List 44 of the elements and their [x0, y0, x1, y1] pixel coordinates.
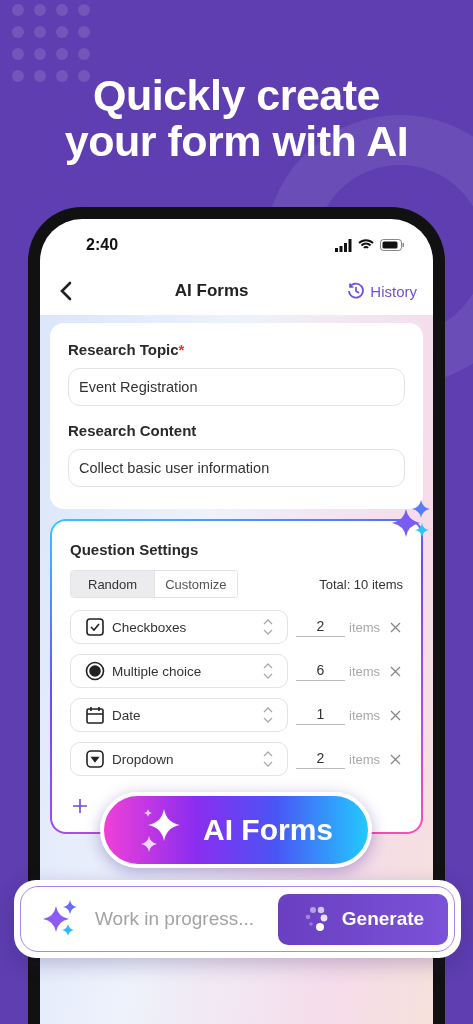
- updown-icon: [263, 751, 273, 767]
- history-icon: [347, 282, 366, 300]
- headline: Quickly create: [93, 72, 380, 118]
- signal-icon: [335, 238, 352, 252]
- question-type-select[interactable]: Dropdown: [70, 742, 288, 776]
- updown-icon: [263, 663, 273, 679]
- question-type-select[interactable]: Checkboxes: [70, 610, 288, 644]
- unit-label: items: [349, 663, 381, 679]
- field-label: Research Content: [68, 422, 198, 439]
- remove-button[interactable]: [390, 753, 402, 765]
- wifi-icon: [358, 239, 374, 251]
- count-field[interactable]: 2: [296, 749, 345, 769]
- updown-icon: [263, 619, 273, 635]
- text-field[interactable]: Collect basic user information: [68, 449, 405, 487]
- total-count: Total: 10 items: [319, 576, 403, 592]
- updown-icon: [263, 707, 273, 723]
- battery-icon: [380, 239, 405, 251]
- remove-button[interactable]: [390, 665, 402, 677]
- mode-tab[interactable]: Customize: [154, 571, 237, 597]
- section-title: Question Settings: [70, 541, 200, 558]
- history-button[interactable]: History: [347, 282, 417, 300]
- calendar-icon: [85, 705, 105, 725]
- badge-label: AI Forms: [203, 813, 333, 847]
- question-type-select[interactable]: Multiple choice: [70, 654, 288, 688]
- headline: your form with AI: [64, 118, 409, 164]
- remove-button[interactable]: [390, 621, 402, 633]
- unit-label: items: [349, 751, 381, 767]
- status-time: 2:40: [86, 236, 119, 254]
- count-field[interactable]: 2: [296, 617, 345, 637]
- radio-icon: [85, 661, 105, 681]
- count-field[interactable]: 1: [296, 705, 345, 725]
- generate-button[interactable]: Generate: [278, 893, 448, 945]
- field-label: Research Topic*: [68, 341, 186, 358]
- add-icon[interactable]: [72, 798, 88, 814]
- question-type-select[interactable]: Date: [70, 698, 288, 732]
- unit-label: items: [349, 707, 381, 723]
- mode-tab[interactable]: Random: [71, 571, 155, 597]
- checkbox-icon: [85, 617, 105, 637]
- count-field[interactable]: 6: [296, 661, 345, 681]
- remove-button[interactable]: [390, 709, 402, 721]
- unit-label: items: [349, 619, 381, 635]
- screen-title: AI Forms: [173, 281, 250, 301]
- text-field[interactable]: Event Registration: [68, 368, 405, 406]
- dropdown-icon: [85, 749, 105, 769]
